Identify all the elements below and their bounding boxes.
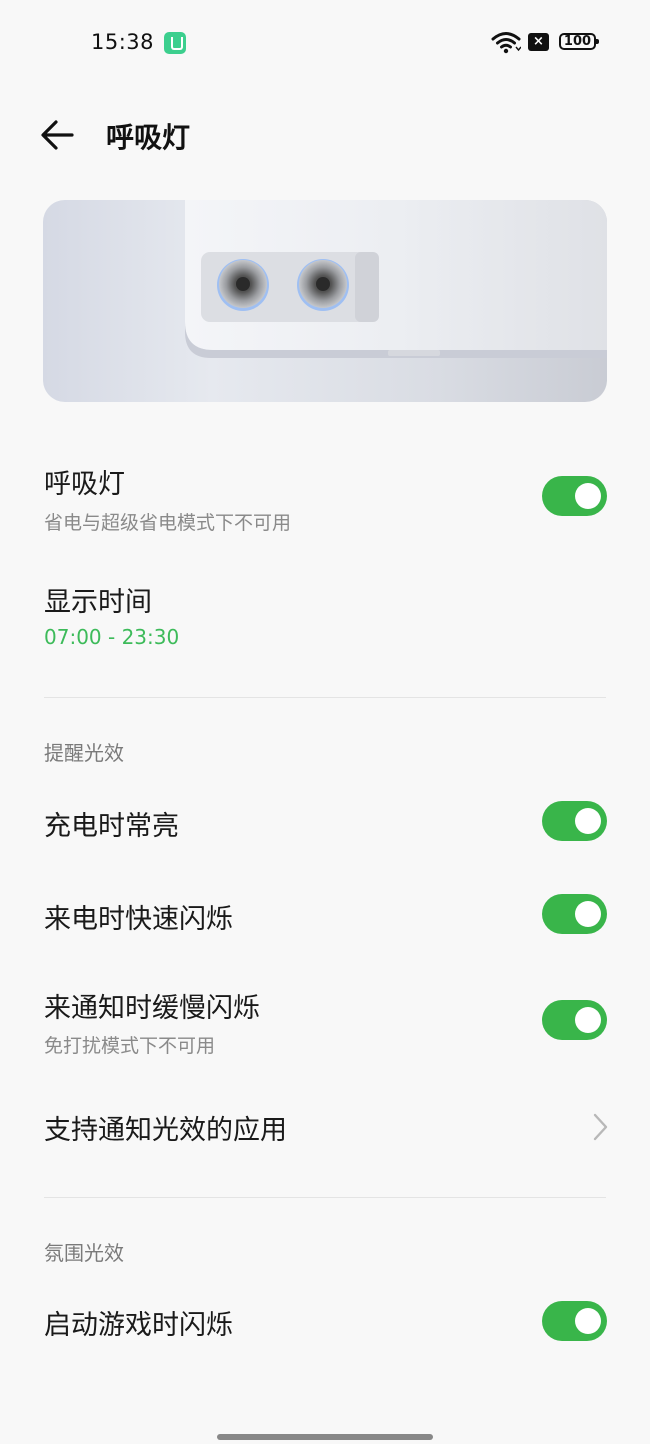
- charging-always-on-title: 充电时常亮: [44, 811, 179, 842]
- app-notification-icon: [164, 32, 186, 54]
- charging-always-on-toggle[interactable]: [542, 801, 607, 841]
- section-label-reminder: 提醒光效: [44, 741, 124, 765]
- breathing-light-subtitle: 省电与超级省电模式下不可用: [44, 512, 292, 534]
- status-time: 15:38: [91, 30, 155, 54]
- section-label-ambient: 氛围光效: [44, 1241, 124, 1265]
- hero-image: [43, 200, 607, 402]
- breathing-light-title: 呼吸灯: [44, 469, 125, 500]
- status-bar: 15:38 × 100: [0, 0, 650, 86]
- no-sim-icon: ×: [528, 33, 549, 51]
- notification-slow-flash-subtitle: 免打扰模式下不可用: [44, 1035, 216, 1057]
- wifi-icon: [491, 32, 521, 54]
- divider: [44, 1197, 606, 1198]
- notification-slow-flash-toggle[interactable]: [542, 1000, 607, 1040]
- page-title: 呼吸灯: [106, 121, 191, 154]
- game-launch-flash-title: 启动游戏时闪烁: [44, 1310, 233, 1341]
- phone-illustration: [185, 200, 607, 358]
- home-indicator[interactable]: [217, 1434, 433, 1440]
- incoming-call-flash-toggle[interactable]: [542, 894, 607, 934]
- supported-apps-title[interactable]: 支持通知光效的应用: [44, 1108, 287, 1147]
- incoming-call-flash-title: 来电时快速闪烁: [44, 904, 233, 935]
- battery-icon: 100: [559, 33, 599, 50]
- display-time-value: 07:00 - 23:30: [44, 625, 180, 649]
- divider: [44, 697, 606, 698]
- game-launch-flash-toggle[interactable]: [542, 1301, 607, 1341]
- breathing-light-toggle[interactable]: [542, 476, 607, 516]
- display-time-title[interactable]: 显示时间: [44, 580, 152, 619]
- chevron-right-icon[interactable]: [590, 1112, 610, 1142]
- notification-slow-flash-title: 来通知时缓慢闪烁: [44, 993, 260, 1024]
- arrow-left-icon[interactable]: [36, 115, 78, 155]
